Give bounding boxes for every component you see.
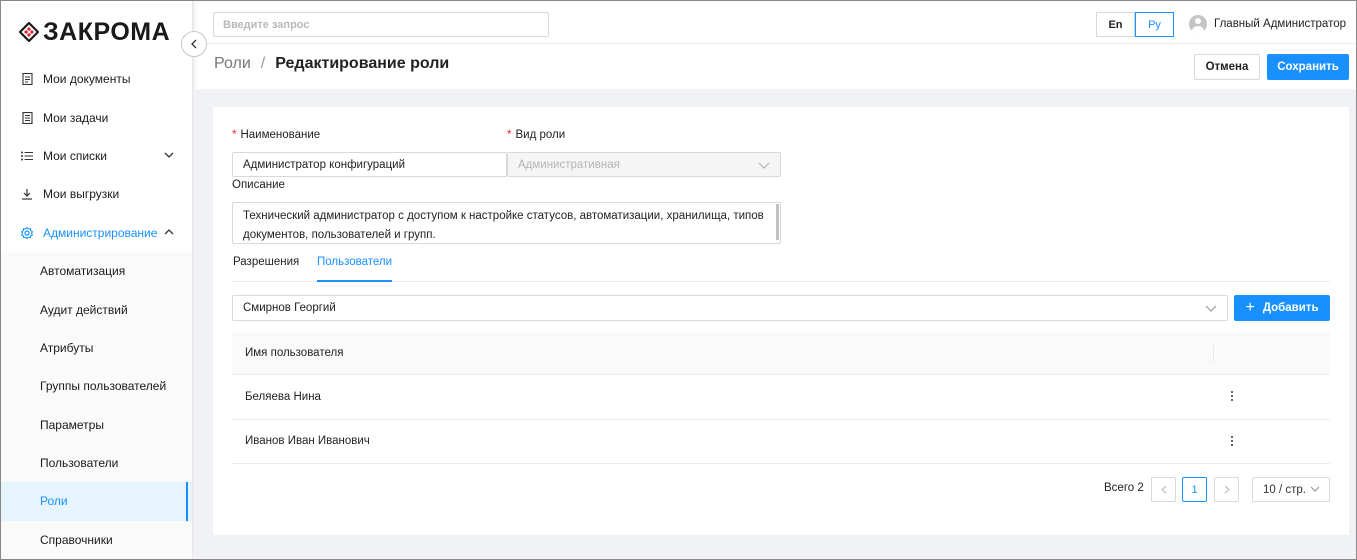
header-divider [194, 43, 1356, 44]
textarea-scrollbar[interactable] [776, 204, 779, 240]
table-cell-username: Беляева Нина [245, 390, 321, 403]
sidebar-item-my-documents[interactable]: Мои документы [1, 60, 192, 98]
language-switcher: En Ру [1096, 12, 1174, 37]
document-icon [21, 73, 33, 86]
page-size-select[interactable]: 10 / стр. [1252, 477, 1330, 502]
sidebar-item-administration[interactable]: Администрирование [1, 214, 192, 252]
page-title: Редактирование роли [275, 55, 450, 72]
lang-en-button[interactable]: En [1096, 12, 1135, 37]
more-options-icon[interactable] [1226, 434, 1238, 448]
table-header: Имя пользователя [232, 332, 1330, 375]
pagination-next-button[interactable] [1214, 477, 1239, 502]
logo-icon [19, 22, 39, 42]
role-type-select: Административная [507, 152, 781, 177]
sidebar: ЗАКРОМА Мои документы Мои задачи Мои спи… [1, 1, 193, 559]
user-select-value: Смирнов Георгий [243, 302, 336, 314]
sidebar-item-label: Пользователи [40, 456, 119, 471]
description-label: Описание [232, 179, 285, 191]
cancel-button[interactable]: Отмена [1194, 54, 1260, 80]
sidebar-item-my-exports[interactable]: Мои выгрузки [1, 175, 192, 213]
add-user-label: Добавить [1262, 302, 1319, 314]
save-button[interactable]: Сохранить [1267, 54, 1349, 80]
sidebar-item-label: Мои списки [43, 148, 107, 163]
sidebar-item-label: Мои задачи [43, 110, 109, 125]
tasks-icon [21, 111, 33, 124]
logo-text: ЗАКРОМА [43, 17, 171, 46]
lang-ru-button[interactable]: Ру [1135, 12, 1174, 37]
sidebar-item-label: Администрирование [43, 225, 158, 240]
tabs: Разрешения Пользователи [232, 253, 1330, 282]
name-label-text: Наименование [240, 129, 321, 141]
user-name: Главный Администратор [1214, 18, 1347, 30]
logo[interactable]: ЗАКРОМА [19, 17, 170, 47]
page-size-value: 10 / стр. [1263, 483, 1306, 496]
table-row: Иванов Иван Иванович [232, 420, 1330, 464]
sidebar-item-my-tasks[interactable]: Мои задачи [1, 98, 192, 136]
sidebar-item-automation[interactable]: Автоматизация [1, 252, 192, 290]
download-icon [21, 188, 33, 200]
plus-icon: + [1245, 299, 1255, 316]
chevron-left-icon [1160, 485, 1166, 494]
chevron-down-icon [1205, 305, 1217, 312]
table-row: Беляева Нина [232, 375, 1330, 420]
sidebar-item-roles[interactable]: Роли [1, 482, 192, 522]
user-select[interactable]: Смирнов Георгий [232, 295, 1228, 321]
sidebar-item-label: Аудит действий [40, 302, 128, 317]
sidebar-item-my-lists[interactable]: Мои списки [1, 137, 192, 175]
name-label: * Наименование [232, 129, 320, 141]
required-mark: * [232, 129, 237, 141]
role-type-label: * Вид роли [507, 129, 565, 141]
sidebar-item-user-groups[interactable]: Группы пользователей [1, 367, 192, 405]
more-options-icon[interactable] [1226, 389, 1238, 403]
sidebar-item-label: Автоматизация [40, 264, 126, 279]
sidebar-item-label: Атрибуты [40, 340, 94, 355]
add-user-button[interactable]: + Добавить [1234, 295, 1330, 321]
column-divider [1213, 345, 1214, 362]
avatar [1189, 15, 1207, 33]
sidebar-item-label: Справочники [40, 532, 113, 547]
description-textarea[interactable]: Технический администратор с доступом к н… [232, 202, 781, 244]
tab-active-indicator [317, 280, 392, 282]
chevron-up-icon [164, 227, 174, 238]
breadcrumb-separator: / [260, 55, 266, 72]
gear-icon [21, 226, 33, 239]
role-type-label-text: Вид роли [515, 129, 566, 141]
sidebar-item-label: Мои документы [43, 72, 131, 87]
sidebar-item-label: Роли [40, 494, 68, 509]
breadcrumb-roles-link[interactable]: Роли [214, 55, 251, 73]
description-text: Технический администратор с доступом к н… [243, 210, 764, 241]
collapse-sidebar-button[interactable] [181, 31, 207, 57]
search-input[interactable] [213, 12, 549, 37]
column-header-username[interactable]: Имя пользователя [245, 347, 343, 359]
sidebar-nav: Мои документы Мои задачи Мои списки Мои … [1, 60, 192, 559]
tab-users[interactable]: Пользователи [317, 256, 392, 268]
list-icon [21, 150, 33, 162]
users-table: Имя пользователя Беляева Нина Иванов Ива… [232, 332, 1330, 464]
admin-submenu: Автоматизация Аудит действий Атрибуты Гр… [1, 251, 192, 559]
table-cell-username: Иванов Иван Иванович [245, 435, 370, 448]
pagination-page-button[interactable]: 1 [1182, 477, 1207, 502]
role-type-value: Административная [518, 158, 620, 171]
sidebar-item-users[interactable]: Пользователи [1, 444, 192, 482]
chevron-down-icon [164, 150, 174, 161]
tab-permissions[interactable]: Разрешения [233, 256, 299, 268]
required-mark: * [507, 129, 512, 141]
pagination-total: Всего 2 [1104, 482, 1144, 494]
chevron-right-icon [1224, 485, 1230, 494]
sidebar-item-attributes[interactable]: Атрибуты [1, 329, 192, 367]
sidebar-item-audit[interactable]: Аудит действий [1, 290, 192, 328]
chevron-down-icon [758, 162, 770, 169]
user-menu[interactable]: Главный Администратор [1189, 15, 1346, 33]
sidebar-item-label: Параметры [40, 417, 104, 432]
sidebar-item-dictionaries[interactable]: Справочники [1, 521, 192, 559]
sidebar-item-label: Мои выгрузки [43, 187, 120, 202]
sidebar-item-label: Группы пользователей [40, 379, 167, 394]
breadcrumb: Роли / Редактирование роли [214, 55, 449, 73]
chevron-left-icon [191, 39, 197, 49]
name-input[interactable]: Администратор конфигураций [232, 152, 507, 177]
pagination-prev-button[interactable] [1151, 477, 1176, 502]
sidebar-item-parameters[interactable]: Параметры [1, 406, 192, 444]
chevron-down-icon [1310, 486, 1320, 492]
